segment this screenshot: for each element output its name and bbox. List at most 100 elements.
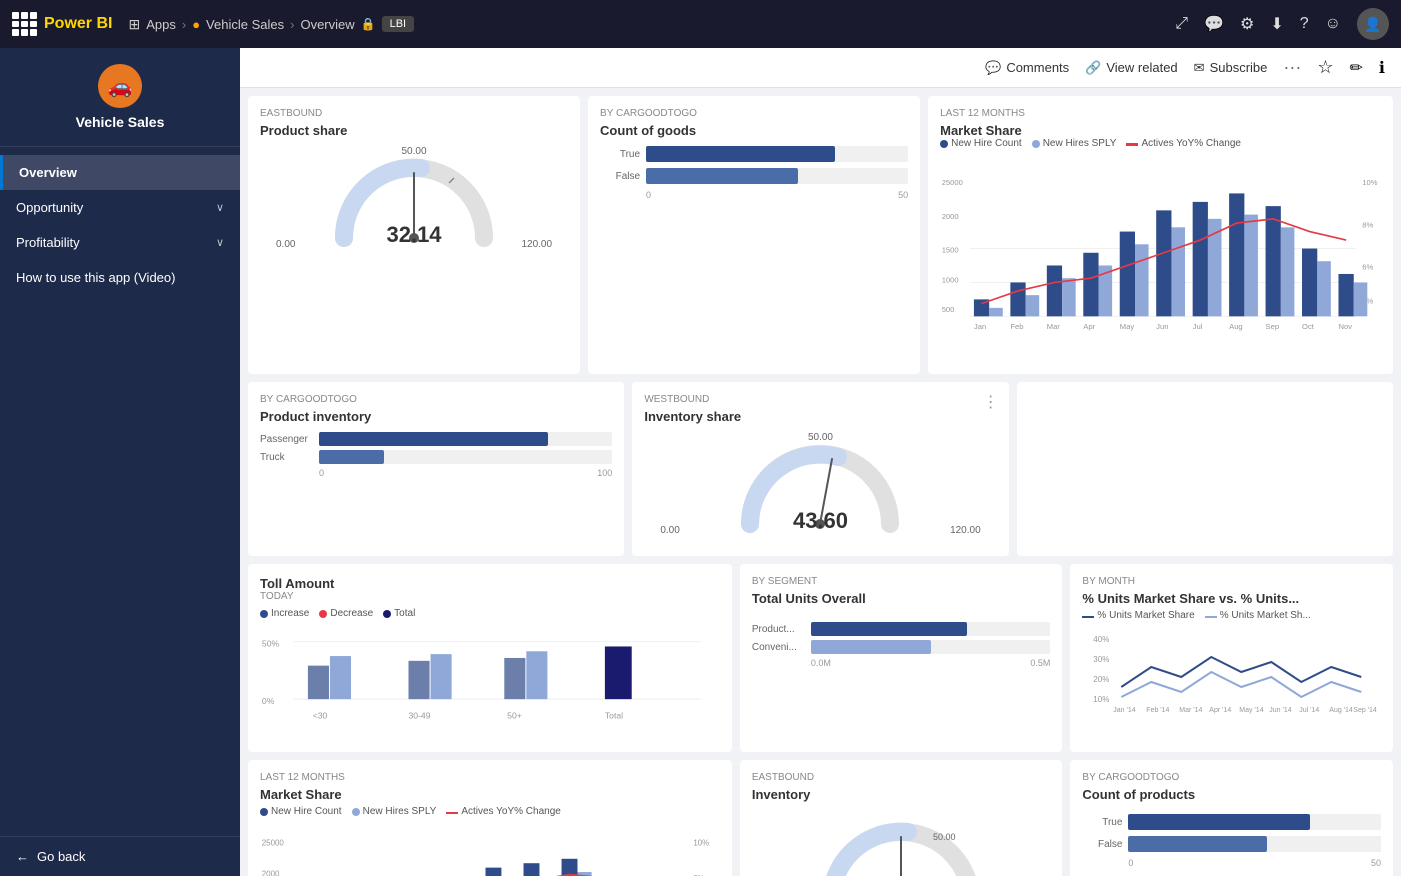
sidebar-item-howto[interactable]: How to use this app (Video) <box>0 260 240 295</box>
chevron-down-icon: ∨ <box>216 201 224 214</box>
count-goods-chart: True False 0 50 <box>600 146 908 200</box>
toll-amount-card: Toll Amount TODAY Increase Decrease Tota… <box>248 564 732 752</box>
svg-text:50%: 50% <box>262 638 280 648</box>
market-share-bottom-card: LAST 12 MONTHS Market Share New Hire Cou… <box>248 760 732 876</box>
sidebar-nav: Overview Opportunity ∨ Profitability ∨ H… <box>0 147 240 836</box>
svg-text:6%: 6% <box>1362 263 1373 272</box>
market-share-bottom-chart: 25000 2000 1500 1000 10% 8% 6% <box>260 823 720 876</box>
inventory-share-subtitle: WESTBOUND <box>644 394 996 405</box>
download-icon[interactable]: ⬇ <box>1270 14 1283 34</box>
chat-icon[interactable]: 💬 <box>1204 14 1224 34</box>
market-share-bottom-title: Market Share <box>260 787 720 802</box>
count-goods-title: Count of goods <box>600 123 908 138</box>
sidebar-brand: 🚗 Vehicle Sales <box>0 48 240 147</box>
settings-icon[interactable]: ⚙ <box>1240 14 1254 34</box>
pct-units-card: BY MONTH % Units Market Share vs. % Unit… <box>1070 564 1393 752</box>
product-share-gauge: 0.00 120.00 50.00 32.14 <box>260 138 568 258</box>
product-inventory-subtitle: BY CARGOODTOGO <box>260 394 612 405</box>
count-goods-card: BY CARGOODTOGO Count of goods True False… <box>588 96 920 374</box>
svg-text:30%: 30% <box>1094 655 1110 664</box>
svg-text:0%: 0% <box>262 696 275 706</box>
sidebar-item-overview[interactable]: Overview <box>0 155 240 190</box>
view-related-icon: 🔗 <box>1085 60 1101 76</box>
count-goods-subtitle: BY CARGOODTOGO <box>600 108 908 119</box>
comments-button[interactable]: 💬 Comments <box>985 60 1069 76</box>
bookmark-icon[interactable]: ☆ <box>1317 57 1333 78</box>
svg-text:Feb: Feb <box>1010 322 1023 331</box>
svg-text:Oct: Oct <box>1302 322 1315 331</box>
info-icon[interactable]: ℹ <box>1379 58 1385 78</box>
go-back-button[interactable]: ← Go back <box>0 836 240 876</box>
edit-icon[interactable]: ✏ <box>1350 58 1363 78</box>
svg-text:2000: 2000 <box>942 212 959 221</box>
pct-units-chart: 40% 30% 20% 10% Jan '14 Feb '14 Mar '14 … <box>1082 627 1381 722</box>
svg-text:Aug '14: Aug '14 <box>1330 707 1354 714</box>
svg-text:1500: 1500 <box>942 246 959 255</box>
bar-fill-false <box>646 168 798 184</box>
svg-text:Aug: Aug <box>1229 322 1243 331</box>
market-share-card: LAST 12 MONTHS Market Share New Hire Cou… <box>928 96 1393 374</box>
product-inventory-card: BY CARGOODTOGO Product inventory Passeng… <box>248 382 624 556</box>
svg-text:Mar: Mar <box>1047 322 1061 331</box>
pct-units-subtitle: BY MONTH <box>1082 576 1381 587</box>
bar-row-false: False <box>600 168 908 184</box>
svg-text:May '14: May '14 <box>1240 707 1264 714</box>
subscribe-icon: ✉ <box>1194 60 1205 76</box>
sidebar-item-opportunity[interactable]: Opportunity ∨ <box>0 190 240 225</box>
total-units-chart: Product... Conveni... 0.0M 0.5M <box>752 622 1051 668</box>
svg-text:40%: 40% <box>1094 635 1110 644</box>
svg-text:Mar '14: Mar '14 <box>1180 707 1203 714</box>
market-share-bottom-subtitle: LAST 12 MONTHS <box>260 772 720 783</box>
chevron-down-icon: ∨ <box>216 236 224 249</box>
market-share-bottom-legend: New Hire Count New Hires SPLY Actives Yo… <box>260 806 720 817</box>
svg-text:25000: 25000 <box>942 178 963 187</box>
svg-text:10%: 10% <box>1094 695 1110 704</box>
view-related-button[interactable]: 🔗 View related <box>1085 60 1178 76</box>
svg-text:2000: 2000 <box>262 869 280 876</box>
main-content: EASTBOUND Product share 0.00 120.00 50.0… <box>240 88 1401 876</box>
svg-text:May: May <box>1120 322 1135 331</box>
svg-text:Jul '14: Jul '14 <box>1300 707 1320 714</box>
lbi-badge: LBI <box>382 16 415 32</box>
product-share-title: Product share <box>260 123 568 138</box>
svg-text:20%: 20% <box>1094 675 1110 684</box>
count-products-chart: True False 0 50 <box>1082 814 1381 868</box>
sidebar-logo: 🚗 <box>98 64 142 108</box>
svg-text:10%: 10% <box>693 839 709 848</box>
toll-amount-title: Toll Amount <box>260 576 720 591</box>
svg-text:8%: 8% <box>1362 220 1373 229</box>
sidebar: 🚗 Vehicle Sales Overview Opportunity ∨ P… <box>0 48 240 876</box>
subscribe-button[interactable]: ✉ Subscribe <box>1194 60 1268 76</box>
waffle-menu[interactable] <box>12 12 36 36</box>
svg-text:Feb '14: Feb '14 <box>1147 707 1170 714</box>
count-products-subtitle: BY CARGOODTOGO <box>1082 772 1381 783</box>
smiley-icon[interactable]: ☺ <box>1325 15 1341 33</box>
total-units-card: BY SEGMENT Total Units Overall Product..… <box>740 564 1063 752</box>
svg-text:<30: <30 <box>313 710 328 720</box>
svg-text:Jul: Jul <box>1193 322 1203 331</box>
help-icon[interactable]: ? <box>1300 15 1309 33</box>
svg-text:50+: 50+ <box>507 710 522 720</box>
expand-icon[interactable]: ⤢ <box>1175 15 1188 33</box>
row2b: Toll Amount TODAY Increase Decrease Tota… <box>248 564 1393 752</box>
inventory-share-card: ⋮ WESTBOUND Inventory share 0.00 120.00 … <box>632 382 1008 556</box>
count-products-card: BY CARGOODTOGO Count of products True Fa… <box>1070 760 1393 876</box>
back-arrow-icon: ← <box>16 849 29 864</box>
more-options-button[interactable]: ⋮ <box>983 392 999 412</box>
inventory-gauge: 50.00 0.00 120.00 32.14 <box>752 802 1051 876</box>
pct-units-title: % Units Market Share vs. % Units... <box>1082 591 1381 606</box>
more-options-icon[interactable]: ··· <box>1283 57 1301 78</box>
inventory-share-gauge: 0.00 120.00 50.00 43.60 <box>644 424 996 544</box>
breadcrumb: ⊞ Apps › ● Vehicle Sales › Overview 🔒 LB… <box>128 16 414 33</box>
market-share-legend: New Hire Count New Hires SPLY Actives Yo… <box>940 138 1381 149</box>
svg-text:Jan: Jan <box>974 322 986 331</box>
svg-text:Jun: Jun <box>1156 322 1168 331</box>
toll-amount-card <box>1017 382 1393 556</box>
sidebar-item-profitability[interactable]: Profitability ∨ <box>0 225 240 260</box>
inventory-share-title: Inventory share <box>644 409 996 424</box>
svg-text:10%: 10% <box>1362 178 1377 187</box>
svg-text:30-49: 30-49 <box>408 710 430 720</box>
svg-text:500: 500 <box>942 305 955 314</box>
count-products-title: Count of products <box>1082 787 1381 802</box>
avatar[interactable]: 👤 <box>1357 8 1389 40</box>
